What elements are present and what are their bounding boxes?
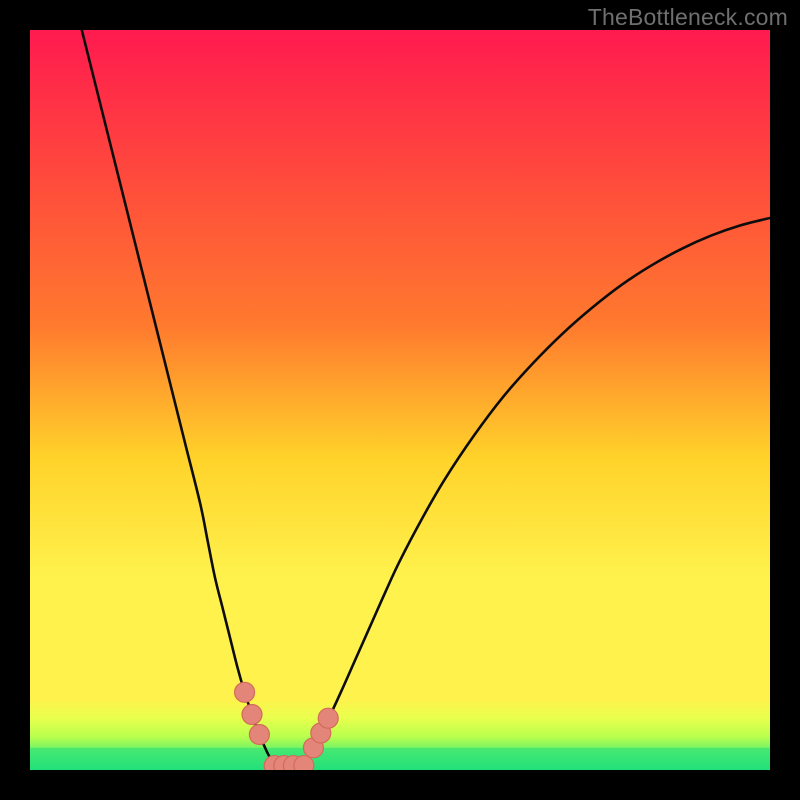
chart-frame: TheBottleneck.com [0, 0, 800, 800]
chart-svg [30, 30, 770, 770]
plot-area [30, 30, 770, 770]
green-band [30, 748, 770, 770]
data-marker [242, 705, 262, 725]
watermark-text: TheBottleneck.com [588, 4, 788, 31]
gradient-background [30, 30, 770, 770]
data-marker [249, 724, 269, 744]
data-marker [318, 708, 338, 728]
data-marker [235, 682, 255, 702]
